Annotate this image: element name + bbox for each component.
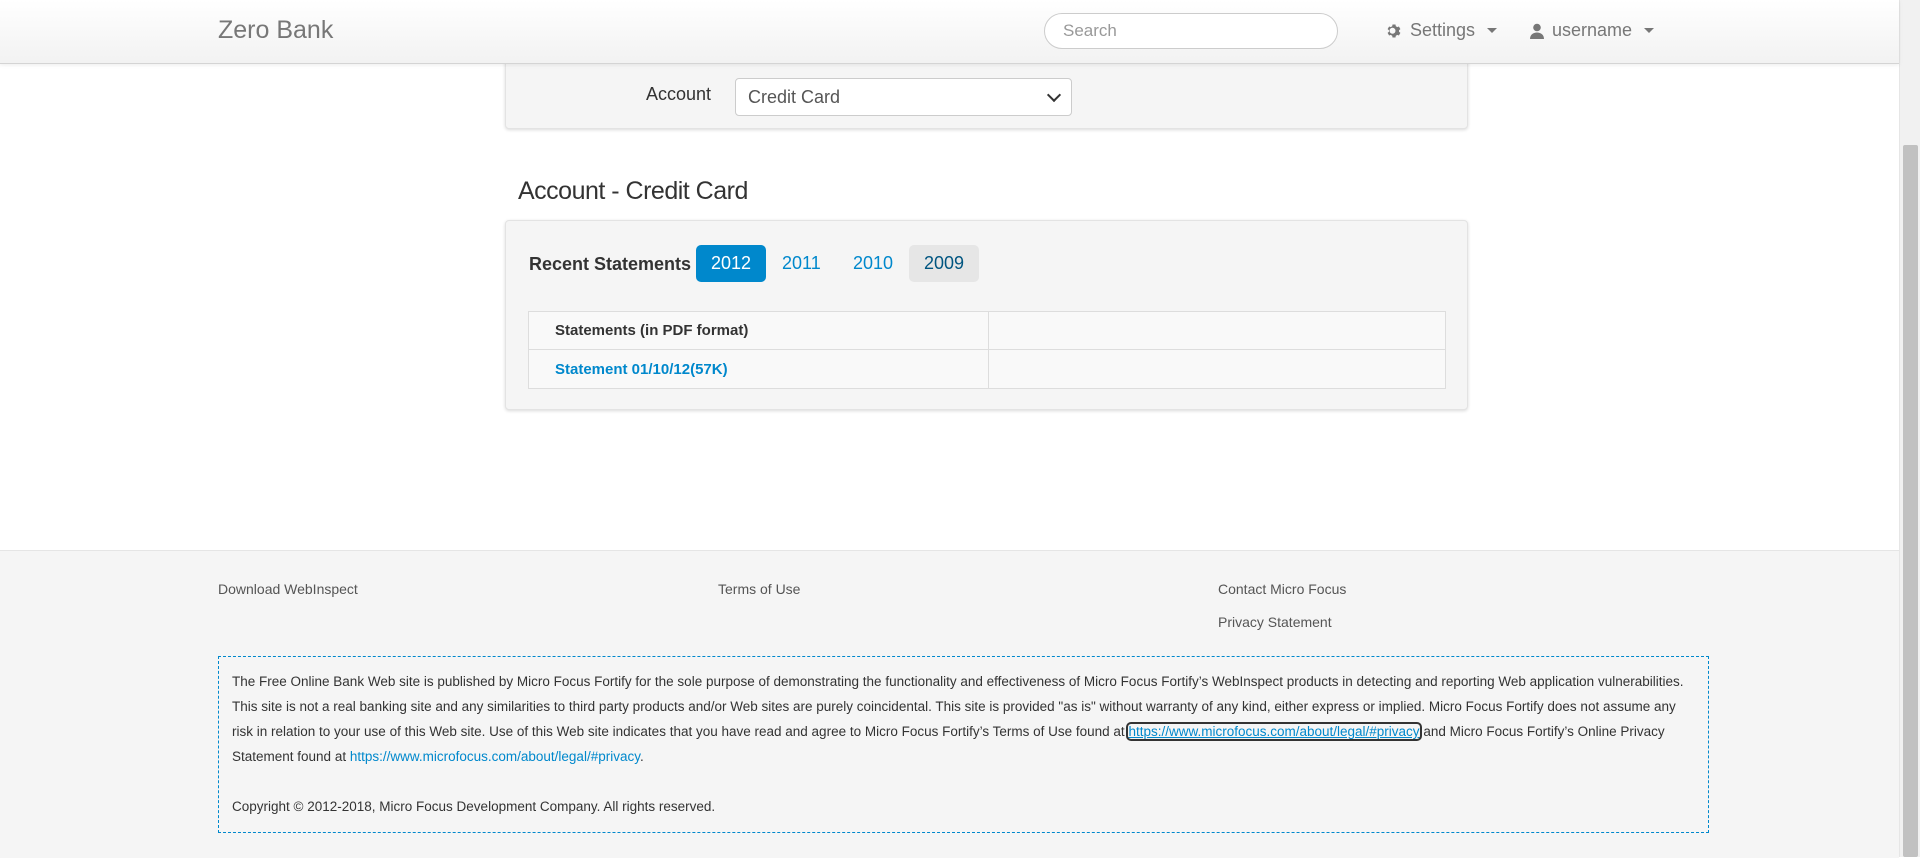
settings-label: Settings <box>1410 20 1476 40</box>
terms-of-use-link[interactable]: Terms of Use <box>718 581 800 597</box>
account-select[interactable]: Credit Card <box>735 78 1072 116</box>
table-cell <box>988 349 1446 389</box>
search-input[interactable] <box>1044 13 1338 49</box>
contact-micro-focus-link[interactable]: Contact Micro Focus <box>1218 581 1346 597</box>
table-header-row: Statements (in PDF format) <box>528 311 1446 350</box>
column-header-empty <box>988 311 1446 350</box>
user-menu[interactable]: username <box>1530 20 1655 41</box>
terms-url-link[interactable]: https://www.microfocus.com/about/legal/#… <box>1126 722 1422 741</box>
chevron-down-icon <box>1046 87 1062 103</box>
disclaimer-box: The Free Online Bank Web site is publish… <box>218 656 1709 833</box>
page-title: Account - Credit Card <box>518 177 748 205</box>
scrollbar-thumb[interactable] <box>1903 145 1918 857</box>
statements-table: Statements (in PDF format) Statement 01/… <box>528 311 1446 389</box>
year-tab-2012[interactable]: 2012 <box>696 245 767 282</box>
table-row: Statement 01/10/12(57K) <box>528 349 1446 389</box>
brand-logo[interactable]: Zero Bank <box>218 16 333 45</box>
recent-statements-label: Recent Statements <box>529 254 692 274</box>
top-navbar: Zero Bank Settings username <box>0 0 1899 64</box>
disclaimer-text-part3: . <box>639 749 644 764</box>
privacy-url-link[interactable]: https://www.microfocus.com/about/legal/#… <box>350 749 640 764</box>
table-cell: Statement 01/10/12(57K) <box>528 349 989 389</box>
chevron-down-icon <box>1644 28 1655 33</box>
copyright-text: Copyright © 2012-2018, Micro Focus Devel… <box>232 799 716 814</box>
settings-menu[interactable]: Settings <box>1386 20 1498 41</box>
year-tab-2011[interactable]: 2011 <box>767 245 836 282</box>
chevron-down-icon <box>1487 28 1498 33</box>
vertical-scrollbar[interactable] <box>1899 0 1920 857</box>
privacy-statement-link[interactable]: Privacy Statement <box>1218 614 1332 630</box>
statement-link[interactable]: Statement 01/10/12(57K) <box>555 361 728 378</box>
disclaimer-text: The Free Online Bank Web site is publish… <box>232 669 1695 769</box>
year-tab-2010[interactable]: 2010 <box>838 245 908 282</box>
gear-icon <box>1386 23 1402 39</box>
download-webinspect-link[interactable]: Download WebInspect <box>218 581 358 597</box>
account-select-value: Credit Card <box>748 86 841 107</box>
account-label: Account <box>646 84 712 104</box>
user-icon <box>1530 23 1544 39</box>
column-header-statements: Statements (in PDF format) <box>528 311 989 350</box>
year-tab-2009[interactable]: 2009 <box>909 245 980 282</box>
username-label: username <box>1552 20 1633 40</box>
